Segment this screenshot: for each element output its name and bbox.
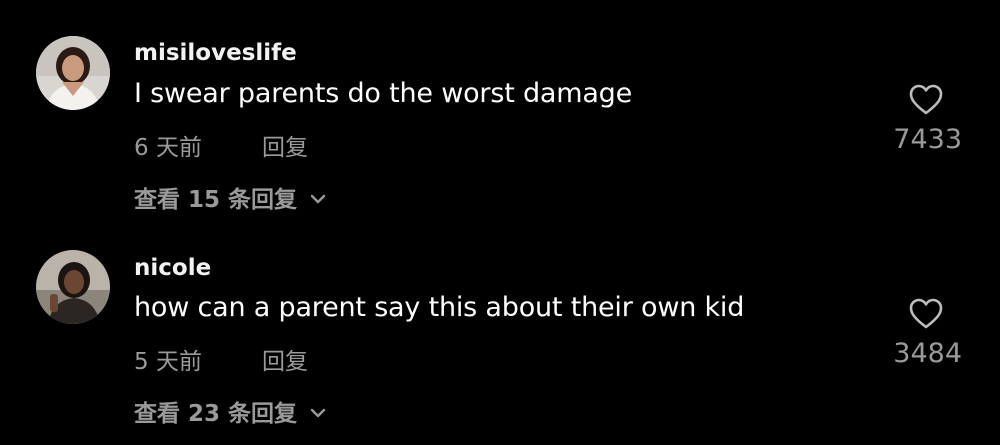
comment-username[interactable]: misiloveslife xyxy=(134,40,297,66)
avatar[interactable] xyxy=(36,36,110,110)
comment-timestamp: 6 天前 xyxy=(134,135,202,161)
view-replies-button[interactable]: 查看 15 条回复 xyxy=(134,180,327,214)
like-count: 3484 xyxy=(893,338,962,369)
comment-timestamp: 5 天前 xyxy=(134,349,202,375)
comment-text: how can a parent say this about their ow… xyxy=(134,292,745,323)
comment-text: I swear parents do the worst damage xyxy=(134,78,633,109)
comment-item: nicole how can a parent say this about t… xyxy=(0,222,1000,445)
reply-button[interactable]: 回复 xyxy=(262,342,308,376)
view-replies-label: 查看 23 条回复 xyxy=(134,401,298,427)
avatar[interactable] xyxy=(36,250,110,324)
like-count: 7433 xyxy=(893,124,962,155)
comment-username[interactable]: nicole xyxy=(134,255,211,281)
heart-outline-icon[interactable] xyxy=(908,82,944,118)
comment-item: misiloveslife I swear parents do the wor… xyxy=(0,0,1000,222)
heart-outline-icon[interactable] xyxy=(908,296,944,332)
reply-button[interactable]: 回复 xyxy=(262,128,308,162)
view-replies-label: 查看 15 条回复 xyxy=(134,187,298,213)
chevron-down-icon xyxy=(309,402,327,420)
view-replies-button[interactable]: 查看 23 条回复 xyxy=(134,394,327,428)
chevron-down-icon xyxy=(309,188,327,206)
